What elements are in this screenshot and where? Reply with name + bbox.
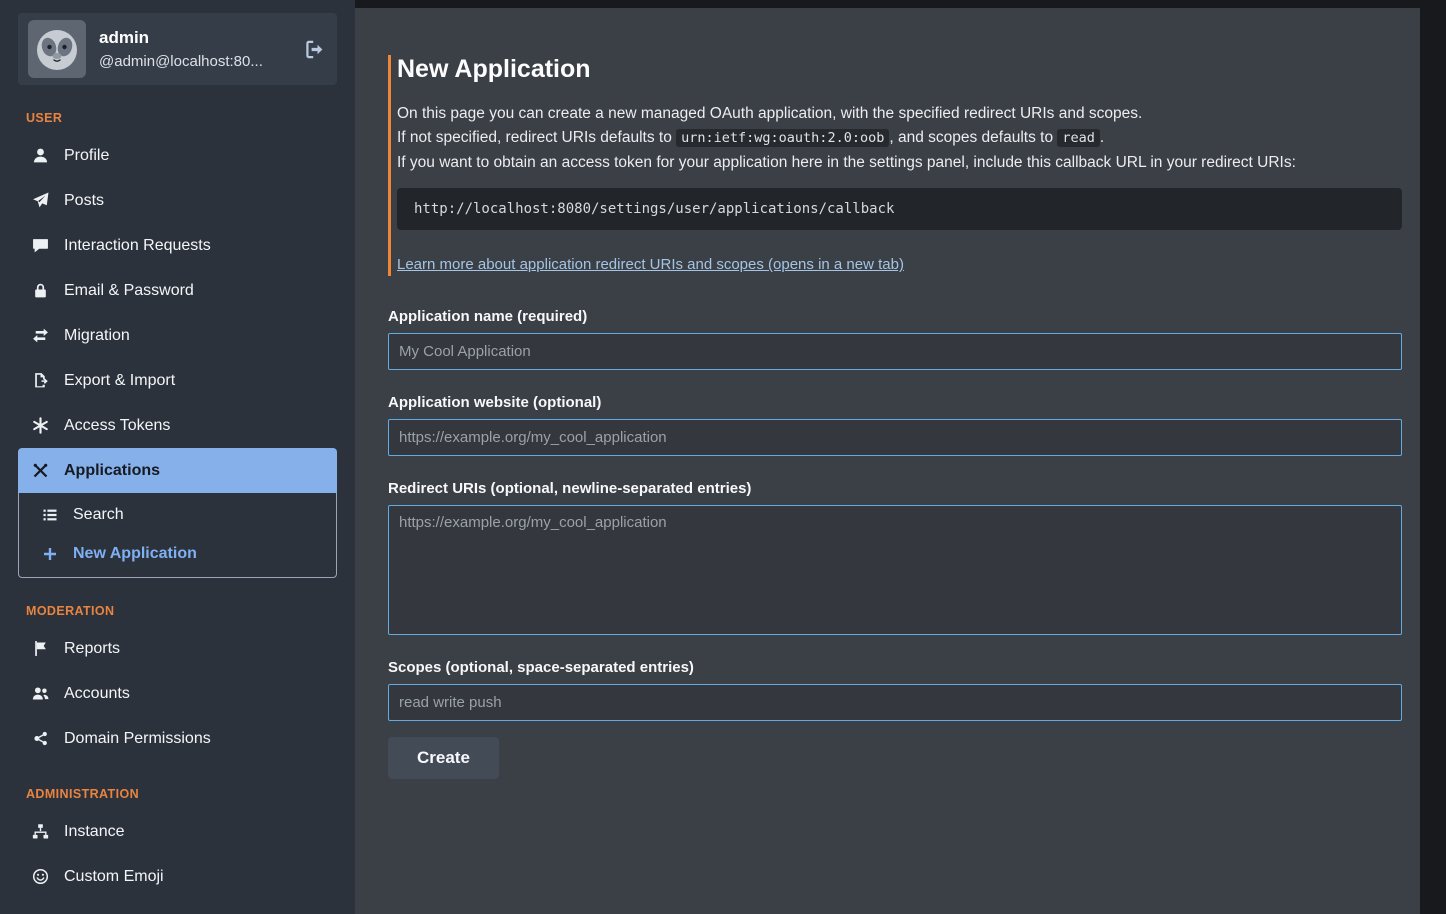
sidebar-item-email-password[interactable]: Email & Password [18, 268, 337, 313]
oob-code: urn:ietf:wg:oauth:2.0:oob [676, 129, 889, 147]
read-scope-code: read [1057, 129, 1100, 147]
sidebar-item-posts[interactable]: Posts [18, 178, 337, 223]
sidebar-item-instance[interactable]: Instance [18, 809, 337, 854]
sidebar-item-label: Posts [64, 190, 104, 211]
intro-line-1: On this page you can create a new manage… [397, 102, 1402, 126]
redirect-uris-textarea[interactable] [388, 505, 1402, 635]
sidebar-item-label: New Application [73, 543, 197, 564]
new-application-page: New Application On this page you can cre… [355, 8, 1420, 914]
sidebar-item-profile[interactable]: Profile [18, 133, 337, 178]
application-website-input[interactable] [388, 419, 1402, 456]
sidebar-item-access-tokens[interactable]: Access Tokens [18, 403, 337, 448]
tools-icon [31, 461, 50, 480]
callback-url-code-block: http://localhost:8080/settings/user/appl… [397, 188, 1402, 230]
sidebar-item-label: Access Tokens [64, 415, 170, 436]
plus-icon [40, 544, 59, 563]
learn-more-link[interactable]: Learn more about application redirect UR… [397, 256, 904, 273]
section-header-user: USER [26, 111, 329, 125]
sidebar-item-label: Instance [64, 821, 124, 842]
users-icon [31, 684, 50, 703]
settings-sidebar: admin @admin@localhost:80... USER Profil… [0, 0, 355, 914]
network-icon [31, 729, 50, 748]
flag-icon [31, 639, 50, 658]
applications-submenu: Search New Application [18, 493, 337, 578]
sidebar-item-interaction-requests[interactable]: Interaction Requests [18, 223, 337, 268]
sidebar-item-label: Migration [64, 325, 130, 346]
sidebar-item-label: Export & Import [64, 370, 175, 391]
application-name-input[interactable] [388, 333, 1402, 370]
section-header-administration: ADMINISTRATION [26, 787, 329, 801]
sidebar-item-applications[interactable]: Applications [18, 448, 337, 493]
main-wrapper: New Application On this page you can cre… [355, 0, 1446, 914]
logout-icon[interactable] [304, 39, 325, 60]
sidebar-item-label: Interaction Requests [64, 235, 211, 256]
sidebar-item-domain-permissions[interactable]: Domain Permissions [18, 716, 337, 761]
sidebar-item-label: Accounts [64, 683, 130, 704]
sidebar-item-label: Reports [64, 638, 120, 659]
scopes-input[interactable] [388, 684, 1402, 721]
sidebar-item-reports[interactable]: Reports [18, 626, 337, 671]
list-icon [40, 505, 59, 524]
user-handle: @admin@localhost:80... [99, 53, 291, 70]
sidebar-item-label: Email & Password [64, 280, 194, 301]
sidebar-item-new-application[interactable]: New Application [19, 534, 336, 573]
sidebar-item-export-import[interactable]: Export & Import [18, 358, 337, 403]
sitemap-icon [31, 822, 50, 841]
sidebar-item-migration[interactable]: Migration [18, 313, 337, 358]
page-intro: New Application On this page you can cre… [388, 55, 1402, 276]
avatar [28, 20, 86, 78]
sidebar-item-label: Domain Permissions [64, 728, 211, 749]
sidebar-item-custom-emoji[interactable]: Custom Emoji [18, 854, 337, 899]
sidebar-item-label: Applications [64, 460, 160, 481]
user-name: admin [99, 28, 291, 48]
user-meta: admin @admin@localhost:80... [99, 28, 291, 70]
application-website-label: Application website (optional) [388, 394, 1402, 411]
create-button[interactable]: Create [388, 737, 499, 779]
person-icon [31, 146, 50, 165]
lock-icon [31, 281, 50, 300]
sidebar-item-label: Custom Emoji [64, 866, 164, 887]
sidebar-item-accounts[interactable]: Accounts [18, 671, 337, 716]
user-card: admin @admin@localhost:80... [18, 13, 337, 85]
paper-plane-icon [31, 191, 50, 210]
asterisk-icon [31, 416, 50, 435]
intro-line-3: If you want to obtain an access token fo… [397, 151, 1402, 175]
sidebar-item-actions[interactable]: Actions [18, 899, 337, 914]
smiley-icon [31, 867, 50, 886]
intro-line-2: If not specified, redirect URIs defaults… [397, 126, 1402, 150]
sidebar-item-label: Profile [64, 145, 109, 166]
speech-bubble-icon [31, 236, 50, 255]
section-header-moderation: MODERATION [26, 604, 329, 618]
file-export-icon [31, 371, 50, 390]
sidebar-item-applications-search[interactable]: Search [19, 495, 336, 534]
new-application-form: Application name (required) Application … [388, 308, 1402, 779]
scopes-label: Scopes (optional, space-separated entrie… [388, 659, 1402, 676]
transfer-arrows-icon [31, 326, 50, 345]
redirect-uris-label: Redirect URIs (optional, newline-separat… [388, 480, 1402, 497]
sidebar-item-label: Search [73, 504, 124, 525]
sidebar-group-applications: Applications Search New Application [18, 448, 337, 578]
page-title: New Application [397, 55, 1402, 84]
application-name-label: Application name (required) [388, 308, 1402, 325]
